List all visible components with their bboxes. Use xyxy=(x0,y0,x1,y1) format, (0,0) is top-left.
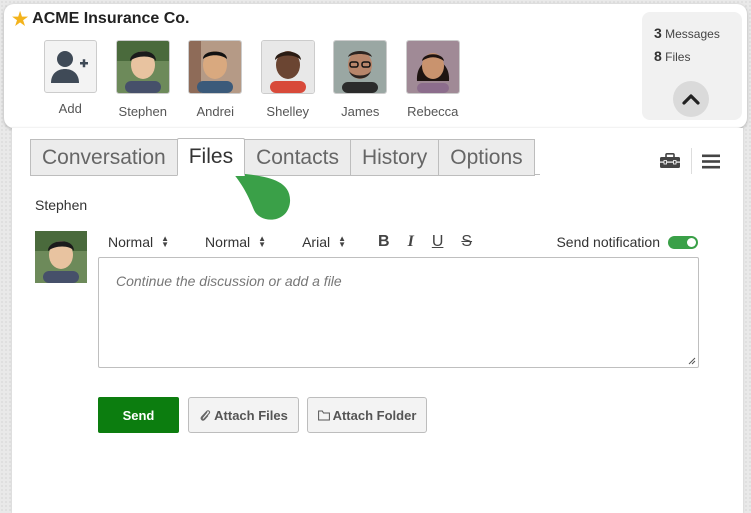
select-arrows-icon: ▲ ▼ xyxy=(161,234,170,249)
tab-options[interactable]: Options xyxy=(438,139,535,176)
style-select[interactable]: Normal ▲ ▼ xyxy=(108,234,169,250)
message-editor[interactable]: Continue the discussion or add a file xyxy=(98,257,699,368)
avatar[interactable] xyxy=(333,40,388,94)
avatar-andrei xyxy=(189,41,242,93)
person-andrei[interactable]: Andrei xyxy=(179,40,252,119)
attach-folder-label: Attach Folder xyxy=(332,407,417,423)
header-card: ★ ACME Insurance Co. Add Stephen Andrei … xyxy=(4,4,747,128)
formatting-toolbar: Normal ▲ ▼ Normal ▲ ▼ Arial ▲ ▼ B I U S Sen… xyxy=(108,232,698,252)
notify-label: Send notification xyxy=(556,234,660,250)
toolbox-icon[interactable] xyxy=(659,153,681,169)
avatar-stephen xyxy=(116,41,169,93)
strikethrough-button[interactable]: S xyxy=(461,233,472,251)
avatar-stephen-composer xyxy=(35,231,87,283)
attach-files-button[interactable]: Attach Files xyxy=(188,397,299,433)
menu-icon[interactable] xyxy=(702,154,720,169)
tool-divider xyxy=(691,148,692,174)
attach-files-label: Attach Files xyxy=(214,407,288,423)
bold-button[interactable]: B xyxy=(378,233,390,251)
avatar[interactable] xyxy=(260,40,315,94)
font-select-value: Arial xyxy=(302,234,331,250)
style-select-value: Normal xyxy=(108,234,154,250)
tab-conversation[interactable]: Conversation xyxy=(30,139,178,176)
stats-panel: 3 Messages 8 Files xyxy=(642,12,742,120)
avatar-shelley xyxy=(261,41,314,93)
person-name: Rebecca xyxy=(407,104,459,119)
composer-author: Stephen xyxy=(35,197,88,213)
tab-history[interactable]: History xyxy=(349,139,440,176)
select-arrows-icon: ▲ ▼ xyxy=(338,234,347,249)
company-name: ACME Insurance Co. xyxy=(32,10,190,27)
person-james[interactable]: James xyxy=(324,40,397,119)
messages-stat[interactable]: 3 Messages xyxy=(654,22,742,45)
person-stephen[interactable]: Stephen xyxy=(107,40,180,119)
tab-pointer-icon xyxy=(232,172,291,220)
files-stat[interactable]: 8 Files xyxy=(654,45,742,68)
company-title: ★ ACME Insurance Co. xyxy=(12,10,190,28)
add-person[interactable]: Add xyxy=(34,40,107,119)
avatar[interactable] xyxy=(115,40,170,94)
attach-folder-button[interactable]: Attach Folder xyxy=(307,397,427,433)
avatar-james xyxy=(334,41,387,93)
person-name: Stephen xyxy=(118,104,167,119)
tab-contacts[interactable]: Contacts xyxy=(244,139,351,176)
font-select[interactable]: Arial ▲ ▼ xyxy=(302,234,346,250)
messages-label: Messages xyxy=(665,27,720,41)
star-icon[interactable]: ★ xyxy=(12,10,28,28)
avatar[interactable] xyxy=(405,40,460,94)
paperclip-icon xyxy=(200,409,211,421)
size-select[interactable]: Normal ▲ ▼ xyxy=(205,234,266,250)
panel-tools xyxy=(659,148,720,174)
avatar-rebecca xyxy=(406,41,459,93)
italic-button[interactable]: I xyxy=(408,233,414,251)
main-panel: Conversation Files Contacts History Opti… xyxy=(12,128,743,513)
folder-icon xyxy=(317,410,330,420)
add-label: Add xyxy=(58,101,82,116)
editor-placeholder: Continue the discussion or add a file xyxy=(116,273,342,289)
person-name: Shelley xyxy=(266,104,310,119)
avatar[interactable] xyxy=(188,40,243,94)
person-name: Andrei xyxy=(196,104,235,119)
add-user-icon xyxy=(51,50,89,83)
messages-count: 3 xyxy=(654,25,662,41)
people-list: Add Stephen Andrei Shelley James Rebecca xyxy=(34,40,469,119)
notify-toggle[interactable] xyxy=(668,235,698,249)
files-label: Files xyxy=(665,50,691,64)
add-person-button[interactable] xyxy=(43,40,97,93)
person-rebecca[interactable]: Rebecca xyxy=(397,40,470,119)
tab-files[interactable]: Files xyxy=(176,138,246,176)
tab-bar: Conversation Files Contacts History Opti… xyxy=(30,138,535,176)
select-arrows-icon: ▲ ▼ xyxy=(258,234,267,249)
send-button[interactable]: Send xyxy=(98,397,179,433)
notification-setting: Send notification xyxy=(556,234,698,250)
resize-handle-icon[interactable] xyxy=(688,357,696,365)
person-name: James xyxy=(341,104,380,119)
person-shelley[interactable]: Shelley xyxy=(252,40,325,119)
composer-avatar xyxy=(35,231,87,283)
size-select-value: Normal xyxy=(205,234,251,250)
chevron-up-icon xyxy=(682,94,700,105)
underline-button[interactable]: U xyxy=(432,233,444,251)
collapse-button[interactable] xyxy=(673,81,709,117)
files-count: 8 xyxy=(654,48,662,64)
